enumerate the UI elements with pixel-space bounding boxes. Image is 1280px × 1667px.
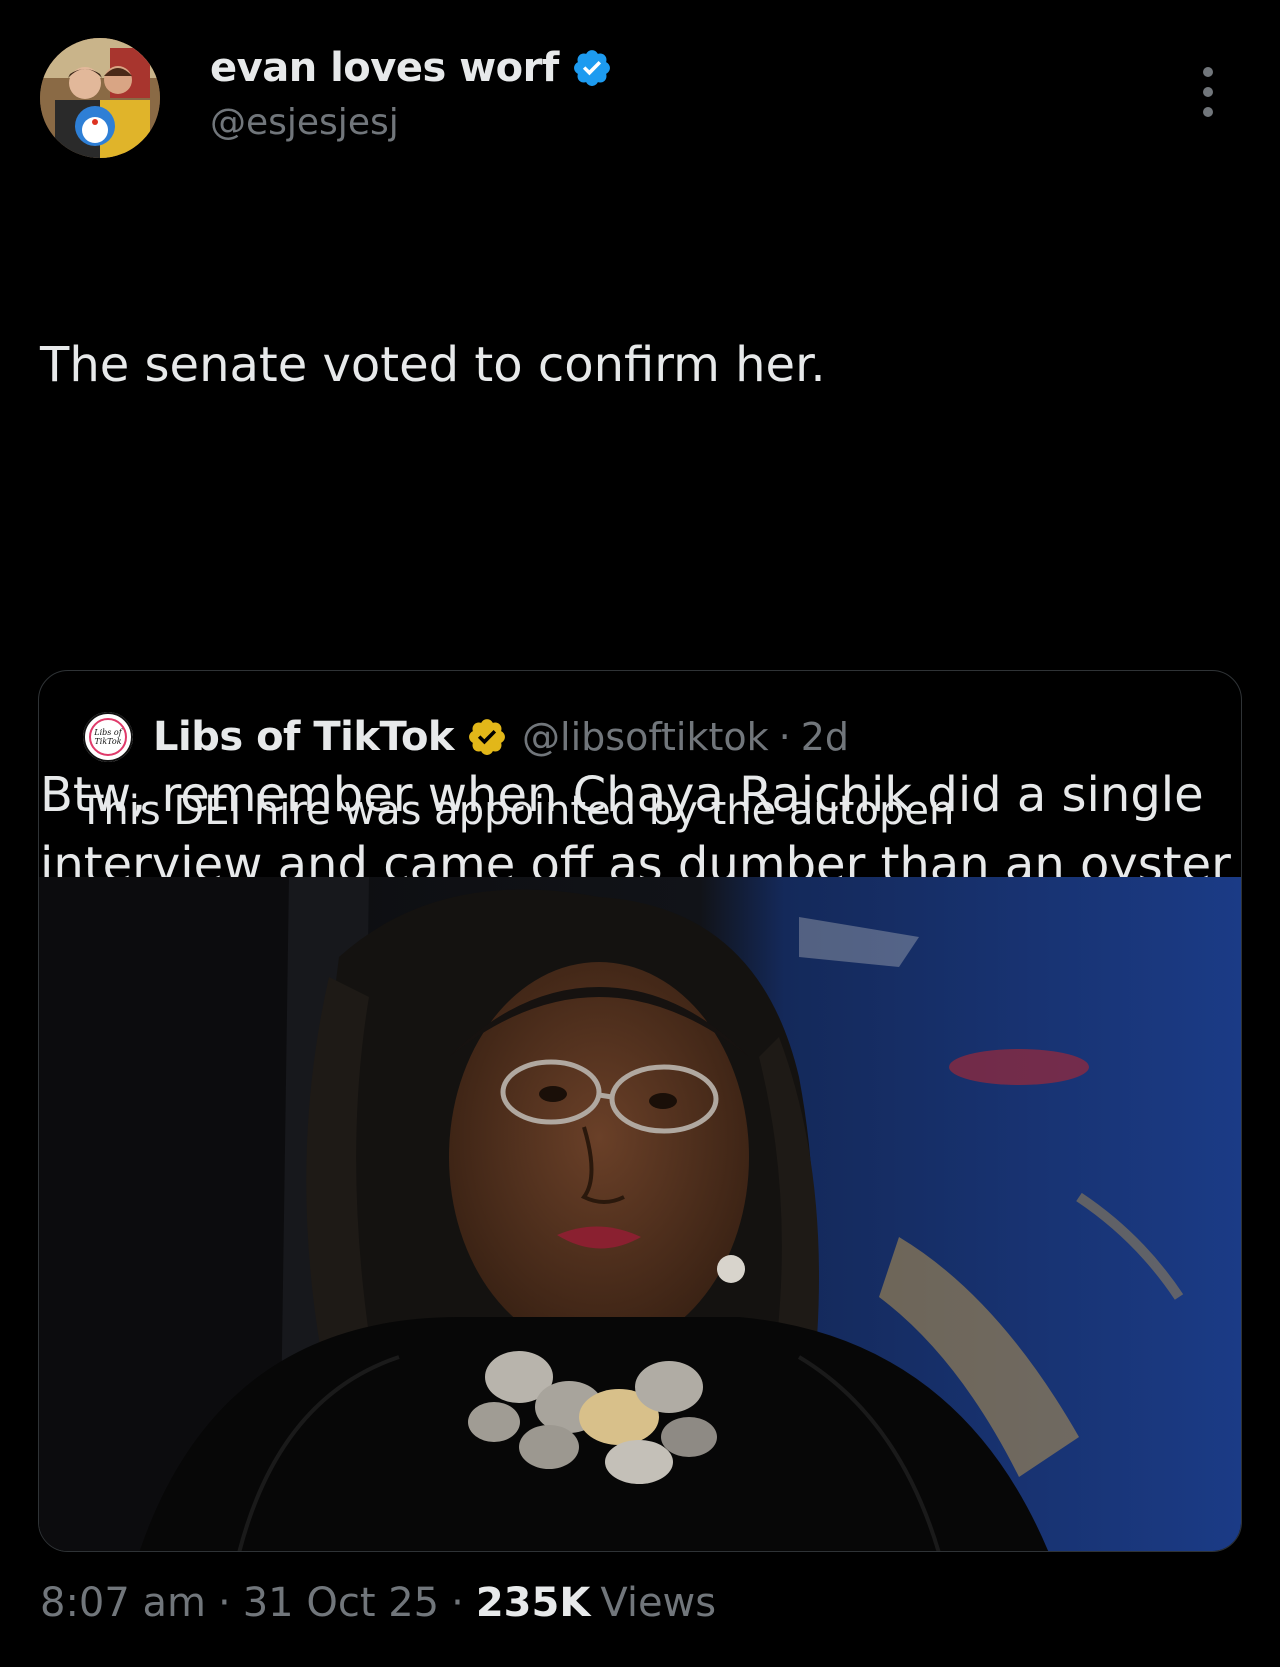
quoted-display-name[interactable]: Libs of TikTok	[153, 714, 455, 760]
meta-separator-2: ·	[451, 1580, 464, 1626]
quoted-tweet[interactable]: Libs of TikTok Libs of TikTok @libsoftik…	[38, 670, 1242, 1552]
author-handle[interactable]: @esjesjesj	[210, 102, 613, 143]
views-count[interactable]: 235K	[476, 1580, 591, 1626]
tweet: evan loves worf @esjesjesj The senate vo…	[0, 0, 1280, 1667]
more-options-icon[interactable]	[1196, 64, 1220, 120]
quoted-text: This DEI hire was appointed by the autop…	[79, 788, 955, 834]
profile-photo-icon	[40, 38, 160, 158]
tweet-time[interactable]: 8:07 am	[40, 1580, 206, 1626]
display-name-row: evan loves worf	[210, 42, 613, 94]
logo-text-top: Libs of	[93, 728, 123, 737]
author-names: evan loves worf @esjesjesj	[210, 42, 613, 143]
verified-badge-icon[interactable]	[571, 47, 613, 89]
quoted-avatar[interactable]: Libs of TikTok	[83, 712, 133, 762]
quoted-header: Libs of TikTok Libs of TikTok @libsoftik…	[83, 709, 849, 765]
meta-separator-1: ·	[218, 1580, 231, 1626]
libs-of-tiktok-logo-icon: Libs of TikTok	[83, 712, 133, 762]
quoted-media-image[interactable]	[39, 877, 1241, 1551]
tweet-paragraph-1: The senate voted to confirm her.	[40, 337, 826, 393]
photo-of-woman-in-judicial-robe-icon	[39, 877, 1241, 1551]
author-display-name[interactable]: evan loves worf	[210, 45, 559, 91]
views-label: Views	[600, 1580, 717, 1626]
logo-text-bottom: TikTok	[94, 737, 121, 746]
tweet-header: evan loves worf @esjesjesj	[40, 38, 1240, 158]
quoted-timestamp[interactable]: 2d	[801, 715, 849, 759]
quoted-separator: ·	[778, 715, 791, 759]
author-avatar[interactable]	[40, 38, 160, 158]
tweet-date[interactable]: 31 Oct 25	[243, 1580, 439, 1626]
gold-verified-badge-icon[interactable]	[466, 716, 508, 758]
tweet-meta: 8:07 am · 31 Oct 25 · 235K Views	[40, 1580, 716, 1626]
quoted-handle[interactable]: @libsoftiktok	[522, 715, 769, 759]
